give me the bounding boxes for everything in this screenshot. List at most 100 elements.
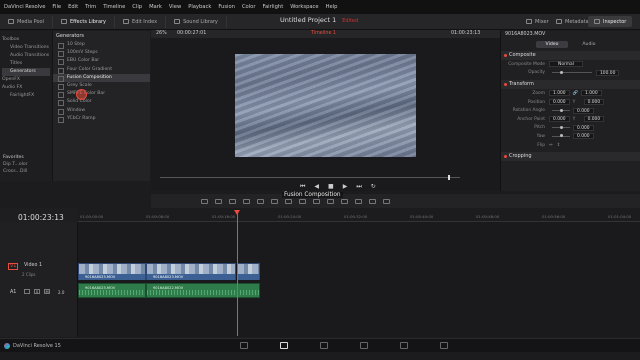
generator-item[interactable]: 100mV Steps xyxy=(53,49,150,58)
generator-item[interactable]: Four Color Gradient xyxy=(53,66,150,74)
edit-page-icon[interactable] xyxy=(280,342,288,349)
playhead-handle[interactable] xyxy=(234,210,240,215)
menu-view[interactable]: View xyxy=(169,4,181,10)
fusion-page-icon[interactable] xyxy=(320,342,328,349)
solo-icon[interactable]: S xyxy=(34,289,40,294)
composite-mode-select[interactable]: Normal xyxy=(549,61,583,68)
rotation-value[interactable]: 0.000 xyxy=(573,107,594,114)
fairlight-page-icon[interactable] xyxy=(400,342,408,349)
menu-color[interactable]: Color xyxy=(242,4,256,10)
tree-video-transitions[interactable]: Video Transitions xyxy=(2,44,50,52)
tree-toolbox[interactable]: Toolbox xyxy=(2,36,50,44)
generator-item-fusion-composition[interactable]: Fusion Composition xyxy=(53,73,150,82)
opacity-value[interactable]: 100.00 xyxy=(596,69,620,76)
pitch-slider[interactable] xyxy=(552,125,570,129)
flag-icon[interactable] xyxy=(341,198,348,204)
anchor-x-value[interactable]: 0.000 xyxy=(549,116,570,123)
menu-davinci[interactable]: DaVinci Resolve xyxy=(4,4,45,10)
play-reverse-icon[interactable]: ◀ xyxy=(314,183,319,191)
insert-clip-icon[interactable] xyxy=(257,198,264,204)
flip-horizontal-icon[interactable]: ⇔ xyxy=(549,143,553,148)
menu-workspace[interactable]: Workspace xyxy=(290,4,318,10)
link-icon[interactable]: 🔗 xyxy=(573,91,578,96)
audio-clip[interactable]: 9016A8022.MOV xyxy=(146,283,260,298)
menu-edit[interactable]: Edit xyxy=(68,4,78,10)
generator-item[interactable]: Grey Scale xyxy=(53,82,150,91)
timeline-ruler[interactable]: 01:00:00:00 01:00:08:00 01:00:16:00 01:0… xyxy=(78,208,640,222)
selection-tool-icon[interactable] xyxy=(201,198,208,204)
rotation-slider[interactable] xyxy=(552,108,570,112)
effects-library-button[interactable]: Effects Library xyxy=(53,15,116,28)
video-track-header[interactable]: V1 Video 1 2 Clips xyxy=(0,260,78,280)
zoom-out-icon[interactable] xyxy=(369,198,376,204)
tree-audio-fx[interactable]: Audio FX xyxy=(2,84,50,92)
replace-clip-icon[interactable] xyxy=(285,198,292,204)
overwrite-clip-icon[interactable] xyxy=(271,198,278,204)
skip-to-end-icon[interactable]: ⏭ xyxy=(356,183,361,191)
snapping-icon[interactable] xyxy=(299,198,306,204)
menu-clip[interactable]: Clip xyxy=(132,4,142,10)
sound-library-button[interactable]: Sound Library xyxy=(166,15,227,28)
position-lock-icon[interactable] xyxy=(327,198,334,204)
blade-tool-icon[interactable] xyxy=(243,198,250,204)
menu-mark[interactable]: Mark xyxy=(149,4,162,10)
menu-trim[interactable]: Trim xyxy=(85,4,96,10)
menu-file[interactable]: File xyxy=(52,4,61,10)
tree-audio-transitions[interactable]: Audio Transitions xyxy=(2,52,50,60)
zoom-level[interactable]: 26% xyxy=(156,31,167,36)
tree-openfx[interactable]: OpenFX xyxy=(2,76,50,84)
position-y-value[interactable]: 0.000 xyxy=(583,99,605,106)
linked-selection-icon[interactable] xyxy=(313,198,320,204)
composite-section-header[interactable]: Composite xyxy=(501,51,640,60)
zoom-x-value[interactable]: 1.000 xyxy=(549,90,570,97)
stop-icon[interactable]: ■ xyxy=(328,183,334,191)
media-pool-button[interactable]: Media Pool xyxy=(0,15,53,28)
transform-section-header[interactable]: Transform xyxy=(501,80,640,90)
video-clip[interactable]: 9016A8025.MOV xyxy=(78,263,146,280)
viewer-scrub-bar[interactable] xyxy=(160,177,460,178)
generator-item[interactable]: YCbCr Ramp xyxy=(53,115,150,123)
favorite-item[interactable]: Cross...Dill xyxy=(0,168,52,175)
zoom-y-value[interactable]: 1.000 xyxy=(581,90,602,97)
generator-item[interactable]: Window xyxy=(53,107,150,115)
yaw-value[interactable]: 0.000 xyxy=(573,133,594,140)
menu-playback[interactable]: Playback xyxy=(188,4,211,10)
yaw-slider[interactable] xyxy=(552,134,570,138)
marker-icon[interactable] xyxy=(355,198,362,204)
menu-timeline[interactable]: Timeline xyxy=(103,4,125,10)
tab-video[interactable]: Video xyxy=(535,41,569,48)
loop-icon[interactable]: ↻ xyxy=(371,183,376,191)
edit-index-button[interactable]: Edit Index xyxy=(115,15,167,28)
timeline-selector[interactable]: Timeline 1 xyxy=(311,31,336,36)
audio-track-header[interactable]: A1 S M 2.0 xyxy=(0,285,78,305)
cropping-section-header[interactable]: Cropping xyxy=(501,152,640,162)
generator-item[interactable]: Solid Color xyxy=(53,98,150,107)
video-clip[interactable] xyxy=(237,263,260,280)
tree-titles[interactable]: Titles xyxy=(2,60,50,68)
lock-icon[interactable] xyxy=(24,289,30,294)
generator-item[interactable]: SMPTE Color Bar xyxy=(53,90,150,99)
menu-fairlight[interactable]: Fairlight xyxy=(262,4,283,10)
generator-item[interactable]: 10 Step xyxy=(53,41,150,50)
mute-icon[interactable]: M xyxy=(44,289,50,294)
anchor-y-value[interactable]: 0.000 xyxy=(583,116,605,123)
inspector-button[interactable]: Inspector xyxy=(588,16,633,27)
audio-clip[interactable]: 9016A8025.MOV xyxy=(78,283,146,298)
menu-fusion[interactable]: Fusion xyxy=(218,4,235,10)
timeline-playhead[interactable] xyxy=(237,210,238,336)
play-icon[interactable]: ▶ xyxy=(343,183,348,191)
trim-tool-icon[interactable] xyxy=(215,198,222,204)
pitch-value[interactable]: 0.000 xyxy=(573,124,594,131)
color-page-icon[interactable] xyxy=(360,342,368,349)
favorite-item[interactable]: Dip T...olor xyxy=(0,161,52,168)
position-x-value[interactable]: 0.000 xyxy=(549,99,570,106)
skip-to-start-icon[interactable]: ⏮ xyxy=(300,183,305,191)
zoom-in-icon[interactable] xyxy=(383,198,390,204)
video-clip[interactable]: 9016A8023.MOV xyxy=(146,263,236,280)
dynamic-trim-icon[interactable] xyxy=(229,198,236,204)
generator-item[interactable]: EBU Color Bar xyxy=(53,57,150,66)
tab-audio[interactable]: Audio xyxy=(572,41,605,48)
tree-generators[interactable]: Generators xyxy=(2,68,50,76)
flip-vertical-icon[interactable]: ⇕ xyxy=(557,143,561,148)
scrub-playhead[interactable] xyxy=(448,175,450,180)
